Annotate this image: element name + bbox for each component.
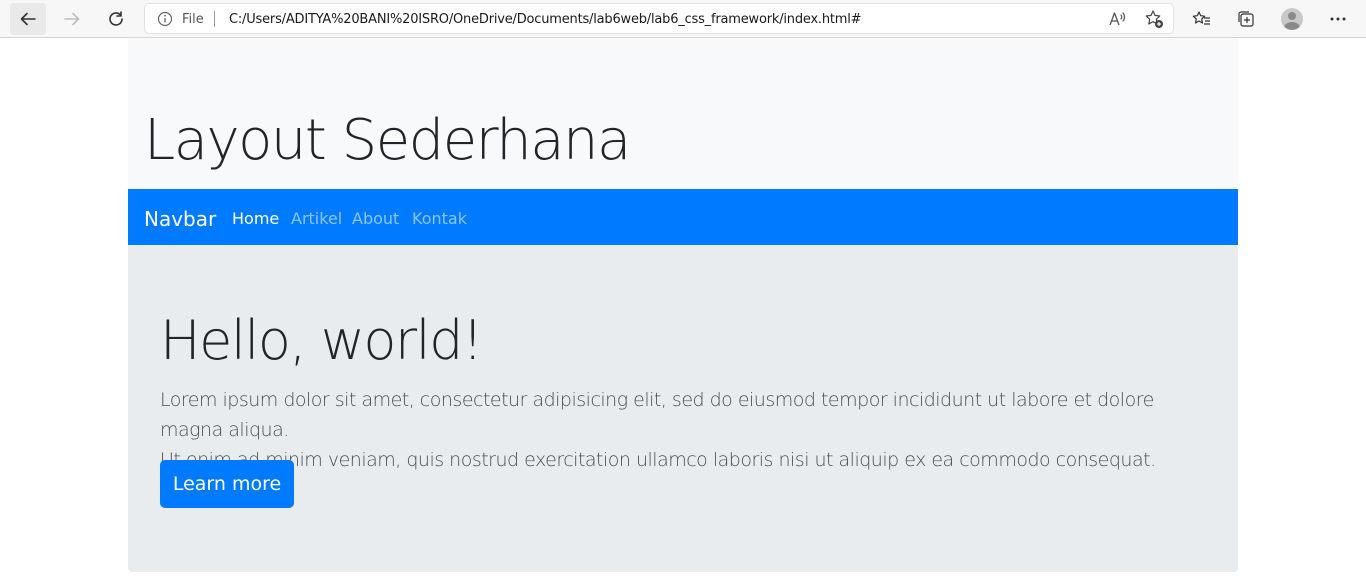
back-arrow-icon [20,12,36,26]
lead-line-2: Ut enim ad minim veniam, quis nostrud ex… [160,449,1156,471]
jumbotron-lead: Lorem ipsum dolor sit amet, consectetur … [160,385,1220,475]
info-icon[interactable] [157,11,173,27]
page-header: Layout Sederhana [128,38,1238,189]
forward-button[interactable] [54,3,90,35]
navbar-brand[interactable]: Navbar [144,207,216,231]
profile-avatar[interactable] [1278,5,1306,33]
nav-link-about[interactable]: About [352,209,399,228]
nav-link-home[interactable]: Home [232,209,279,228]
forward-arrow-icon [64,12,80,26]
read-aloud-icon[interactable] [1107,9,1129,29]
jumbotron-heading: Hello, world! [160,309,484,372]
back-button[interactable] [10,3,46,35]
address-bar[interactable]: File C:/Users/ADITYA%20BANI%20ISRO/OneDr… [144,3,1174,34]
lead-line-1: Lorem ipsum dolor sit amet, consectetur … [160,389,1154,441]
page-title: Layout Sederhana [144,108,631,173]
scheme-label: File [182,12,204,27]
favorites-icon[interactable] [1188,5,1216,33]
learn-more-button[interactable]: Learn more [160,460,294,508]
navbar: Navbar Home Artikel About Kontak [128,189,1238,245]
address-separator [214,11,215,27]
more-icon[interactable] [1324,5,1352,33]
jumbotron: Hello, world! Lorem ipsum dolor sit amet… [128,245,1238,572]
nav-link-artikel[interactable]: Artikel [291,209,342,228]
browser-toolbar: File C:/Users/ADITYA%20BANI%20ISRO/OneDr… [0,0,1366,38]
url-text[interactable]: C:/Users/ADITYA%20BANI%20ISRO/OneDrive/D… [229,12,862,27]
page-container: Layout Sederhana Navbar Home Artikel Abo… [128,38,1238,572]
add-favorite-icon[interactable] [1143,9,1165,29]
reload-icon [109,11,123,26]
reload-button[interactable] [98,3,134,35]
collections-icon[interactable] [1232,5,1260,33]
nav-link-kontak[interactable]: Kontak [412,209,467,228]
avatar [1281,8,1303,30]
